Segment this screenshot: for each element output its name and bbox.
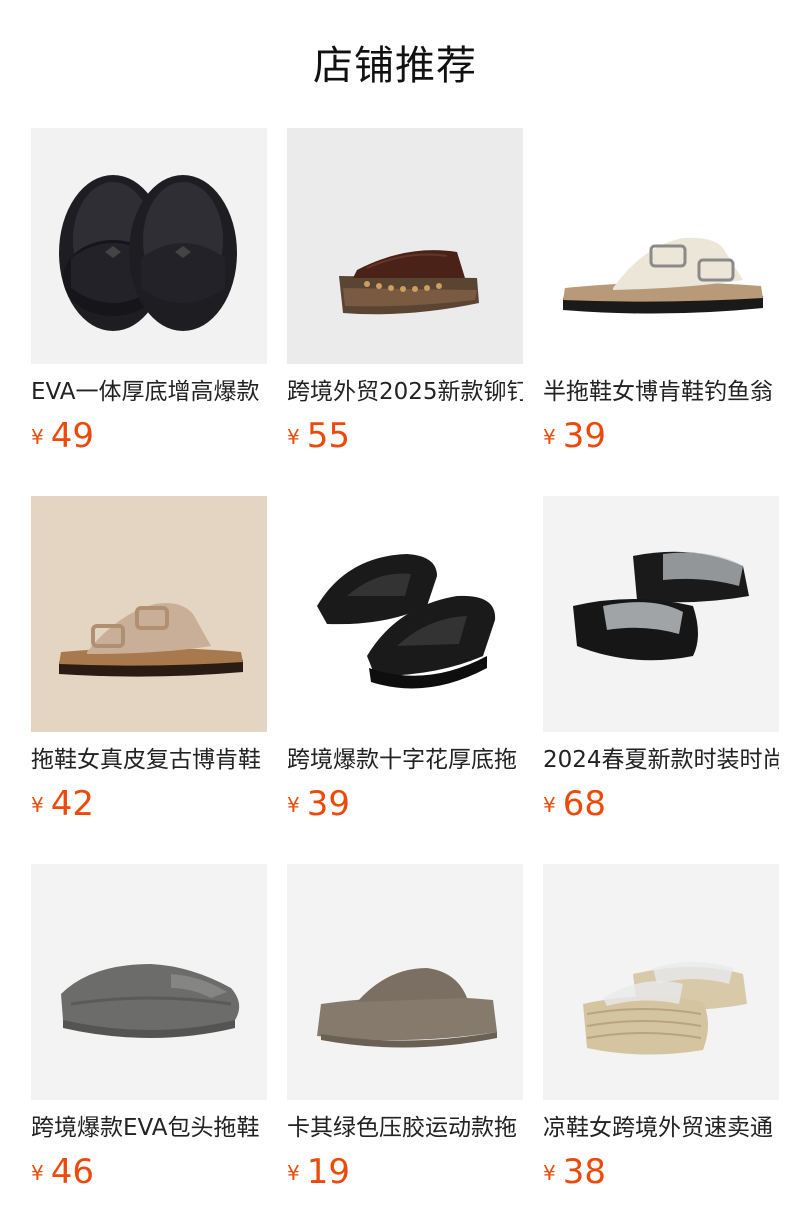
currency-symbol: ¥ bbox=[31, 793, 44, 817]
product-card[interactable]: 跨境爆款EVA包头拖鞋 ¥46 bbox=[31, 864, 267, 1204]
product-price: ¥19 bbox=[287, 1150, 350, 1194]
product-card[interactable]: 凉鞋女跨境外贸速卖通 ¥38 bbox=[543, 864, 779, 1204]
currency-symbol: ¥ bbox=[543, 793, 556, 817]
product-price: ¥42 bbox=[31, 782, 94, 826]
product-card[interactable]: EVA一体厚底增高爆款 ¥49 bbox=[31, 128, 267, 468]
product-price: ¥68 bbox=[543, 782, 606, 826]
price-value: 49 bbox=[50, 416, 94, 456]
price-value: 55 bbox=[306, 416, 350, 456]
product-price: ¥49 bbox=[31, 414, 94, 458]
product-image[interactable] bbox=[543, 496, 779, 732]
black-eva-slides-image bbox=[59, 175, 237, 331]
product-image[interactable] bbox=[31, 864, 267, 1100]
currency-symbol: ¥ bbox=[287, 425, 300, 449]
product-name[interactable]: 跨境爆款EVA包头拖鞋 bbox=[31, 1112, 267, 1144]
product-price: ¥39 bbox=[287, 782, 350, 826]
price-value: 46 bbox=[50, 1152, 94, 1192]
currency-symbol: ¥ bbox=[287, 793, 300, 817]
price-value: 38 bbox=[562, 1152, 606, 1192]
product-name[interactable]: 跨境外贸2025新款铆钉 bbox=[287, 376, 523, 408]
product-image[interactable] bbox=[31, 496, 267, 732]
product-image[interactable] bbox=[31, 128, 267, 364]
brown-croc-studded-platform-slide-image bbox=[339, 250, 479, 315]
currency-symbol: ¥ bbox=[543, 1161, 556, 1185]
product-price: ¥39 bbox=[543, 414, 606, 458]
product-card[interactable]: 卡其绿色压胶运动款拖 ¥19 bbox=[287, 864, 523, 1204]
product-card[interactable]: 跨境爆款十字花厚底拖 ¥39 bbox=[287, 496, 523, 836]
product-image[interactable] bbox=[287, 128, 523, 364]
product-price: ¥46 bbox=[31, 1150, 94, 1194]
product-name[interactable]: 卡其绿色压胶运动款拖 bbox=[287, 1112, 523, 1144]
price-value: 39 bbox=[306, 784, 350, 824]
product-name[interactable]: 凉鞋女跨境外贸速卖通 bbox=[543, 1112, 779, 1144]
product-name[interactable]: EVA一体厚底增高爆款 bbox=[31, 376, 267, 408]
price-value: 42 bbox=[50, 784, 94, 824]
price-value: 68 bbox=[562, 784, 606, 824]
currency-symbol: ¥ bbox=[287, 1161, 300, 1185]
khaki-platform-slide-image bbox=[317, 968, 497, 1048]
product-image[interactable] bbox=[287, 864, 523, 1100]
product-image[interactable] bbox=[287, 496, 523, 732]
product-image[interactable] bbox=[543, 864, 779, 1100]
page-title: 店铺推荐 bbox=[313, 43, 477, 89]
cream-buckle-sandal-image bbox=[563, 237, 763, 314]
product-name[interactable]: 跨境爆款十字花厚底拖 bbox=[287, 744, 523, 776]
product-card[interactable]: 跨境外贸2025新款铆钉 ¥55 bbox=[287, 128, 523, 468]
price-value: 39 bbox=[562, 416, 606, 456]
grey-eva-mule-image bbox=[61, 964, 240, 1038]
black-platform-slides-image bbox=[317, 554, 496, 689]
clear-espadrille-wedge-image bbox=[583, 962, 747, 1055]
product-image[interactable] bbox=[543, 128, 779, 364]
product-name[interactable]: 2024春夏新款时装时尚 bbox=[543, 744, 779, 776]
price-value: 19 bbox=[306, 1152, 350, 1192]
suede-buckle-sandal-image bbox=[59, 603, 243, 677]
product-price: ¥38 bbox=[543, 1150, 606, 1194]
product-card[interactable]: 拖鞋女真皮复古博肯鞋 ¥42 bbox=[31, 496, 267, 836]
currency-symbol: ¥ bbox=[543, 425, 556, 449]
clear-strap-black-wedge-image bbox=[573, 551, 749, 661]
product-card[interactable]: 2024春夏新款时装时尚 ¥68 bbox=[543, 496, 779, 836]
product-name[interactable]: 拖鞋女真皮复古博肯鞋 bbox=[31, 744, 267, 776]
currency-symbol: ¥ bbox=[31, 425, 44, 449]
product-name[interactable]: 半拖鞋女博肯鞋钓鱼翁 bbox=[543, 376, 779, 408]
product-card[interactable]: 半拖鞋女博肯鞋钓鱼翁 ¥39 bbox=[543, 128, 779, 468]
product-price: ¥55 bbox=[287, 414, 350, 458]
currency-symbol: ¥ bbox=[31, 1161, 44, 1185]
